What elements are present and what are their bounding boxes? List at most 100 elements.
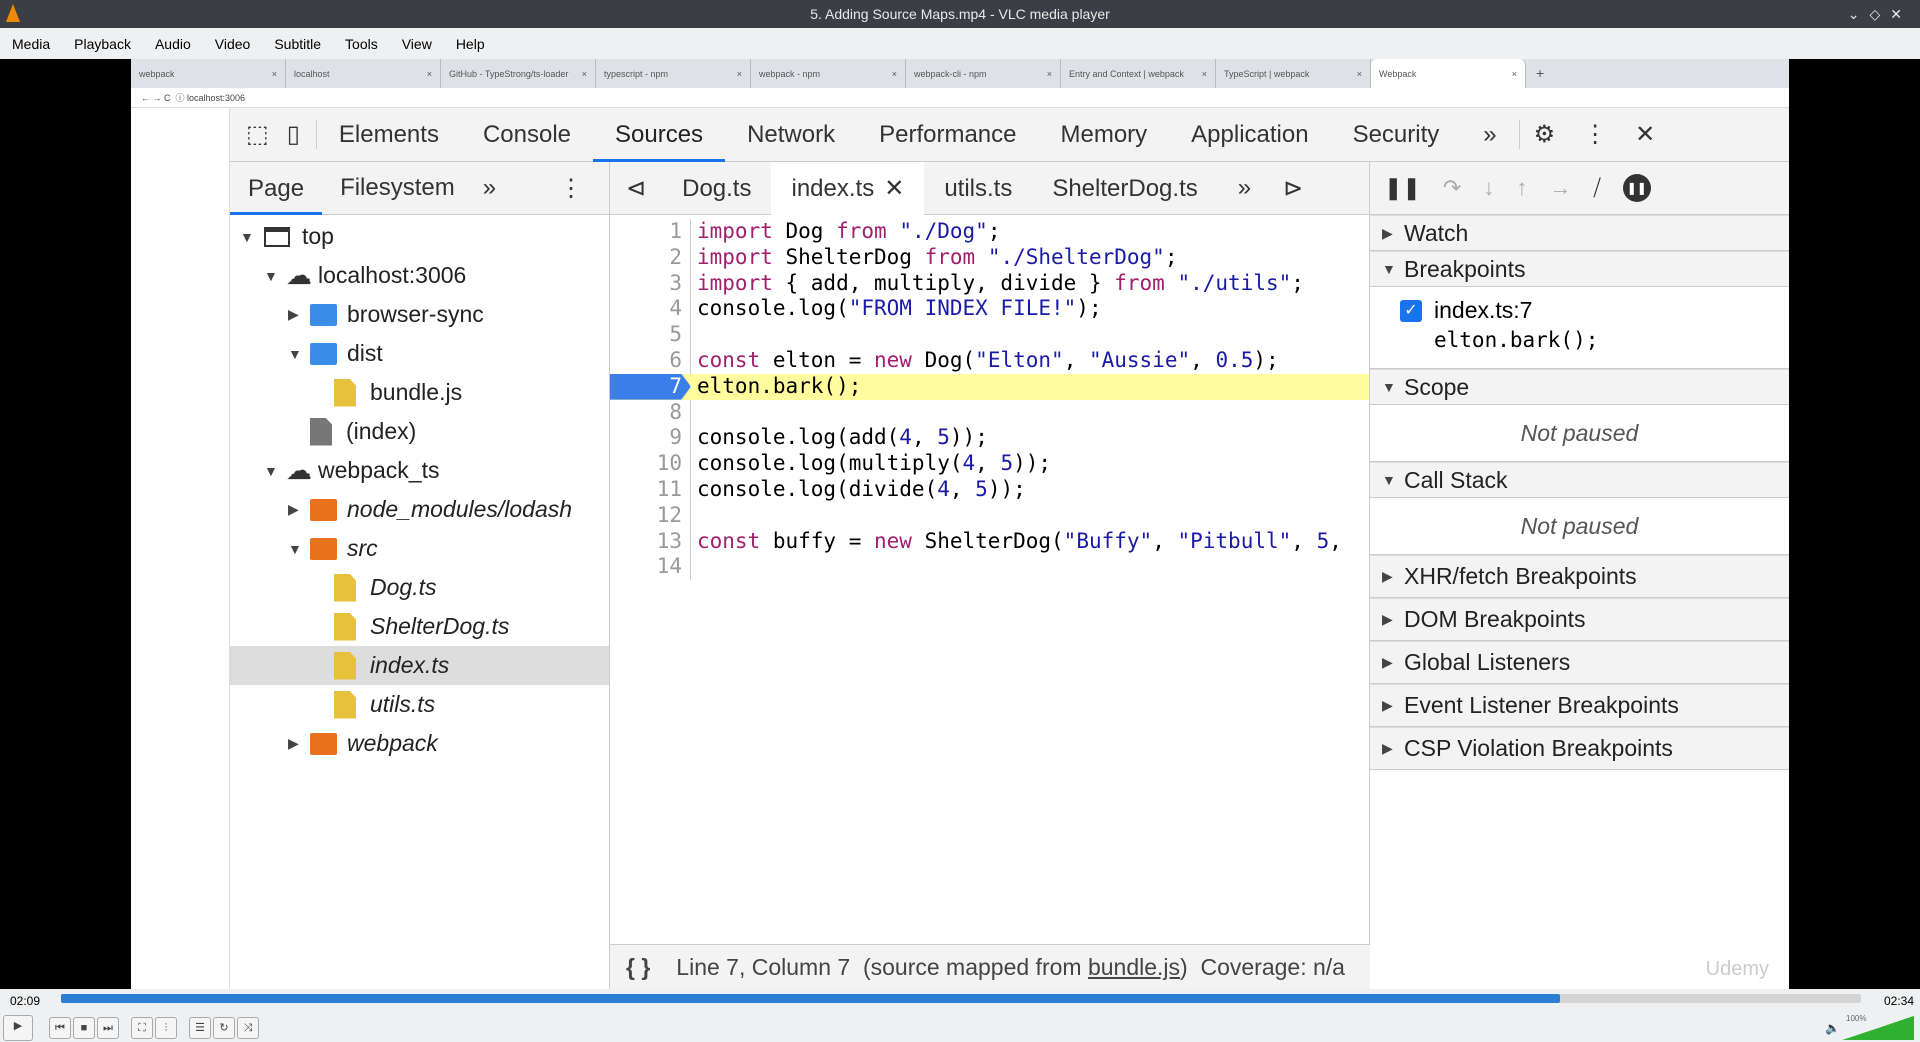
close-tab-icon[interactable]: × bbox=[892, 69, 897, 79]
tab-console[interactable]: Console bbox=[461, 108, 593, 162]
new-tab-icon[interactable]: + bbox=[1526, 59, 1554, 88]
playlist-icon[interactable]: ☰ bbox=[189, 1017, 211, 1039]
tree-item[interactable]: ▼ src bbox=[230, 529, 609, 568]
expanded-icon[interactable]: ▼ bbox=[240, 229, 262, 245]
menu-tools[interactable]: Tools bbox=[333, 36, 390, 52]
next-icon[interactable]: ⏭ bbox=[97, 1017, 119, 1039]
code-line[interactable]: 11 console.log(divide(4, 5)); bbox=[610, 476, 1369, 503]
tab-application[interactable]: Application bbox=[1169, 108, 1330, 162]
tree-item[interactable]: ▼ ☁ localhost:3006 bbox=[230, 256, 609, 295]
close-tab-icon[interactable]: × bbox=[1047, 69, 1052, 79]
browser-tab[interactable]: TypeScript | webpack × bbox=[1216, 59, 1371, 88]
section-event-listener-breakpoints[interactable]: ▶ Event Listener Breakpoints bbox=[1370, 684, 1789, 727]
code-line[interactable]: 14 bbox=[610, 554, 1369, 581]
line-number[interactable]: 6 bbox=[610, 347, 691, 374]
collapsed-icon[interactable]: ▶ bbox=[288, 735, 310, 752]
scope-section[interactable]: ▼ Scope bbox=[1370, 369, 1789, 405]
code-line[interactable]: 4 console.log("FROM INDEX FILE!"); bbox=[610, 296, 1369, 323]
collapsed-icon[interactable]: ▶ bbox=[288, 501, 310, 518]
stop-icon[interactable]: ■ bbox=[73, 1017, 95, 1039]
editor-tab[interactable]: utils.ts bbox=[924, 162, 1032, 215]
line-number[interactable]: 10 bbox=[610, 451, 691, 477]
previous-icon[interactable]: ⏮ bbox=[49, 1017, 71, 1039]
line-number[interactable]: 3 bbox=[610, 270, 691, 297]
close-tab-icon[interactable]: × bbox=[1512, 69, 1517, 79]
editor-tab[interactable]: index.ts ✕ bbox=[771, 161, 925, 215]
code-view[interactable]: 1 import Dog from "./Dog"; 2 import Shelter… bbox=[610, 215, 1369, 581]
tab-elements[interactable]: Elements bbox=[317, 108, 461, 162]
play-icon[interactable]: ▶ bbox=[3, 1015, 33, 1041]
window-controls[interactable]: ⌄◇✕ bbox=[1848, 0, 1912, 28]
video-frame[interactable]: webpack × localhost × GitHub - TypeStrong/ts… bbox=[131, 59, 1789, 989]
menu-help[interactable]: Help bbox=[444, 36, 497, 52]
tree-item[interactable]: (index) bbox=[230, 412, 609, 451]
tab-performance[interactable]: Performance bbox=[857, 108, 1038, 162]
tree-item[interactable]: bundle.js bbox=[230, 373, 609, 412]
close-devtools-icon[interactable]: ✕ bbox=[1621, 120, 1669, 149]
more-tabs-icon[interactable]: » bbox=[1461, 121, 1518, 149]
menu-icon[interactable]: ⋮ bbox=[1569, 120, 1621, 149]
browser-tab[interactable]: GitHub - TypeStrong/ts-loader × bbox=[441, 59, 596, 88]
address-bar[interactable]: ← → C ⓘ localhost:3006 bbox=[131, 88, 1789, 108]
line-number[interactable]: 12 bbox=[610, 502, 691, 529]
code-line[interactable]: 7 elton.bark(); bbox=[610, 373, 1369, 400]
expanded-icon[interactable]: ▼ bbox=[264, 268, 286, 284]
code-line[interactable]: 9 console.log(add(4, 5)); bbox=[610, 425, 1369, 452]
close-tab-icon[interactable]: × bbox=[272, 69, 277, 79]
more-files-icon[interactable]: » bbox=[1218, 174, 1271, 202]
step-into-icon[interactable]: ↓ bbox=[1483, 175, 1494, 201]
tree-item[interactable]: ▶ node_modules/lodash bbox=[230, 490, 609, 529]
section-dom-breakpoints[interactable]: ▶ DOM Breakpoints bbox=[1370, 598, 1789, 641]
call-stack-section[interactable]: ▼ Call Stack bbox=[1370, 462, 1789, 498]
loop-icon[interactable]: ↻ bbox=[213, 1017, 235, 1039]
menu-playback[interactable]: Playback bbox=[62, 36, 143, 52]
step-over-icon[interactable]: ↷ bbox=[1443, 175, 1461, 201]
device-toggle-icon[interactable]: ▯ bbox=[281, 120, 317, 149]
code-line[interactable]: 3 import { add, multiply, divide } from "… bbox=[610, 270, 1369, 297]
expanded-icon[interactable]: ▼ bbox=[288, 541, 310, 557]
tab-sources[interactable]: Sources bbox=[593, 108, 726, 162]
line-number[interactable]: 2 bbox=[610, 244, 691, 271]
step-out-icon[interactable]: ↑ bbox=[1516, 175, 1527, 201]
close-tab-icon[interactable]: × bbox=[427, 69, 432, 79]
settings-icon[interactable]: ⚙ bbox=[1518, 120, 1570, 149]
bundle-link[interactable]: bundle.js bbox=[1088, 954, 1180, 981]
browser-tab[interactable]: localhost × bbox=[286, 59, 441, 88]
shuffle-icon[interactable]: ⤨ bbox=[237, 1017, 259, 1039]
breakpoints-section[interactable]: ▼ Breakpoints bbox=[1370, 251, 1789, 287]
code-line[interactable]: 2 import ShelterDog from "./ShelterDog"; bbox=[610, 244, 1369, 271]
code-line[interactable]: 1 import Dog from "./Dog"; bbox=[610, 219, 1369, 245]
collapsed-icon[interactable]: ▶ bbox=[288, 306, 310, 323]
line-number[interactable]: 11 bbox=[610, 476, 691, 503]
code-line[interactable]: 6 const elton = new Dog("Elton", "Aussie"… bbox=[610, 347, 1369, 374]
extended-settings-icon[interactable]: ⫶ bbox=[155, 1017, 177, 1039]
tab-network[interactable]: Network bbox=[725, 108, 857, 162]
tab-filesystem[interactable]: Filesystem bbox=[322, 174, 473, 202]
menu-media[interactable]: Media bbox=[0, 36, 62, 52]
tab-page[interactable]: Page bbox=[230, 162, 323, 215]
editor-tab[interactable]: ShelterDog.ts bbox=[1032, 162, 1217, 215]
expanded-icon[interactable]: ▼ bbox=[288, 346, 310, 362]
menu-view[interactable]: View bbox=[390, 36, 444, 52]
browser-tab[interactable]: typescript - npm × bbox=[596, 59, 751, 88]
toggle-debugger-icon[interactable]: ⊳ bbox=[1271, 174, 1315, 203]
line-number[interactable]: 5 bbox=[610, 322, 691, 348]
tree-item[interactable]: ▶ webpack bbox=[230, 724, 609, 763]
section-global-listeners[interactable]: ▶ Global Listeners bbox=[1370, 641, 1789, 684]
step-icon[interactable]: → bbox=[1549, 175, 1571, 201]
tree-item[interactable]: utils.ts bbox=[230, 685, 609, 724]
pause-on-exceptions-icon[interactable]: ❚❚ bbox=[1622, 174, 1651, 202]
expanded-icon[interactable]: ▼ bbox=[264, 463, 286, 479]
menu-audio[interactable]: Audio bbox=[143, 36, 203, 52]
line-number[interactable]: 1 bbox=[610, 219, 691, 245]
line-number[interactable]: 9 bbox=[610, 425, 691, 452]
code-line[interactable]: 8 bbox=[610, 399, 1369, 426]
more-icon[interactable]: » bbox=[473, 174, 506, 202]
line-number[interactable]: 8 bbox=[610, 399, 691, 426]
seek-slider[interactable] bbox=[61, 994, 1861, 1003]
tree-item[interactable]: ▼ ☁ webpack_ts bbox=[230, 451, 609, 490]
kebab-icon[interactable]: ⋮ bbox=[533, 174, 609, 203]
menu-subtitle[interactable]: Subtitle bbox=[262, 36, 333, 52]
tree-item[interactable]: ▼ top bbox=[230, 217, 609, 256]
editor-tab[interactable]: Dog.ts bbox=[662, 162, 771, 215]
